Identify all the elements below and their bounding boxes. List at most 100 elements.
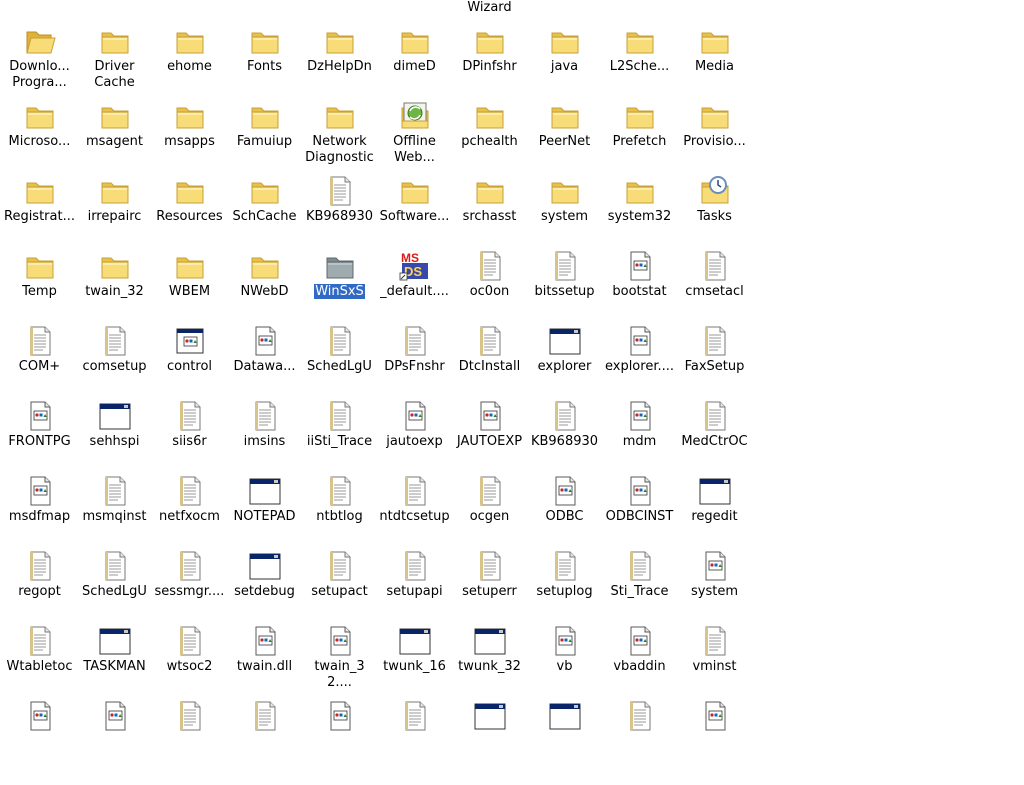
file-item[interactable]: twain.dll — [227, 620, 302, 695]
file-item[interactable]: bitssetup — [527, 245, 602, 320]
file-item[interactable]: system — [677, 545, 752, 620]
file-item[interactable]: java — [527, 20, 602, 95]
file-item[interactable]: DtcInstall — [452, 320, 527, 395]
file-item[interactable]: msmqinst — [77, 470, 152, 545]
file-item[interactable]: Media — [677, 20, 752, 95]
file-item[interactable]: Registrat... — [2, 170, 77, 245]
file-item[interactable]: setuplog — [527, 545, 602, 620]
file-item[interactable]: KB968930 — [302, 170, 377, 245]
file-item[interactable]: vb — [527, 620, 602, 695]
file-item[interactable] — [602, 695, 677, 770]
file-item[interactable]: DPsFnshr — [377, 320, 452, 395]
file-item[interactable]: Network Diagnostic — [302, 95, 377, 170]
file-item[interactable]: ehome — [152, 20, 227, 95]
file-item[interactable] — [377, 695, 452, 770]
file-item[interactable]: srchasst — [452, 170, 527, 245]
file-list-view[interactable]: $NtUnin... addins AppPatch assembly BitL… — [0, 0, 760, 785]
file-item[interactable]: dimeD — [377, 20, 452, 95]
file-item[interactable]: SchedLgU — [77, 545, 152, 620]
file-item[interactable]: comsetup — [77, 320, 152, 395]
file-item[interactable]: Offline Web... — [377, 95, 452, 170]
file-item[interactable]: SchCache — [227, 170, 302, 245]
file-item[interactable]: dot3svc — [677, 0, 752, 20]
file-item[interactable] — [2, 695, 77, 770]
file-item[interactable]: Microso... — [2, 95, 77, 170]
file-item[interactable]: Connect... Wizard — [452, 0, 527, 20]
file-item[interactable]: vbaddin — [602, 620, 677, 695]
file-item[interactable]: Tasks — [677, 170, 752, 245]
file-item[interactable]: FRONTPG — [2, 395, 77, 470]
file-item[interactable]: JAUTOEXP — [452, 395, 527, 470]
file-item[interactable]: Config — [377, 0, 452, 20]
file-item[interactable]: Temp — [2, 245, 77, 320]
file-item[interactable] — [452, 695, 527, 770]
file-item[interactable]: Sti_Trace — [602, 545, 677, 620]
file-item[interactable]: ocgen — [452, 470, 527, 545]
file-item[interactable]: MedCtrOC — [677, 395, 752, 470]
file-item[interactable]: DzHelpDn — [302, 20, 377, 95]
file-item[interactable]: DPinfshr — [452, 20, 527, 95]
file-item[interactable] — [302, 695, 377, 770]
file-item[interactable]: imsins — [227, 395, 302, 470]
file-item[interactable]: L2Sche... — [602, 20, 677, 95]
file-item[interactable] — [677, 695, 752, 770]
file-item[interactable]: $NtUnin... — [2, 0, 77, 20]
file-item[interactable]: system — [527, 170, 602, 245]
file-item[interactable]: WinSxS — [302, 245, 377, 320]
file-item[interactable]: cmsetacl — [677, 245, 752, 320]
file-item[interactable]: FaxSetup — [677, 320, 752, 395]
file-item[interactable]: setupapi — [377, 545, 452, 620]
file-item[interactable]: regedit — [677, 470, 752, 545]
file-item[interactable]: Wtabletoc — [2, 620, 77, 695]
file-item[interactable]: Provisio... — [677, 95, 752, 170]
file-item[interactable]: BitLocke... — [302, 0, 377, 20]
file-item[interactable]: Resources — [152, 170, 227, 245]
file-item[interactable]: assembly — [227, 0, 302, 20]
file-item[interactable]: WBEM — [152, 245, 227, 320]
file-item[interactable] — [152, 695, 227, 770]
file-item[interactable]: Downlo... Progra... — [2, 20, 77, 95]
file-item[interactable]: Cursors — [527, 0, 602, 20]
file-item[interactable]: siis6r — [152, 395, 227, 470]
file-item[interactable]: TASKMAN — [77, 620, 152, 695]
file-item[interactable]: oc0on — [452, 245, 527, 320]
file-item[interactable]: Debug — [602, 0, 677, 20]
file-item[interactable]: ntbtlog — [302, 470, 377, 545]
file-item[interactable]: Famuiup — [227, 95, 302, 170]
file-item[interactable]: sessmgr.... — [152, 545, 227, 620]
file-item[interactable] — [527, 695, 602, 770]
file-item[interactable]: Prefetch — [602, 95, 677, 170]
file-item[interactable]: explorer — [527, 320, 602, 395]
file-item[interactable]: jautoexp — [377, 395, 452, 470]
file-item[interactable]: msapps — [152, 95, 227, 170]
file-item[interactable]: MS DS _default.... — [377, 245, 452, 320]
file-item[interactable]: COM+ — [2, 320, 77, 395]
file-item[interactable]: msdfmap — [2, 470, 77, 545]
file-item[interactable]: twunk_16 — [377, 620, 452, 695]
file-item[interactable]: setuperr — [452, 545, 527, 620]
file-item[interactable]: AppPatch — [152, 0, 227, 20]
file-item[interactable]: wtsoc2 — [152, 620, 227, 695]
file-item[interactable]: pchealth — [452, 95, 527, 170]
file-item[interactable]: PeerNet — [527, 95, 602, 170]
file-item[interactable]: NWebD — [227, 245, 302, 320]
file-item[interactable]: ntdtcsetup — [377, 470, 452, 545]
file-item[interactable]: regopt — [2, 545, 77, 620]
file-item[interactable]: KB968930 — [527, 395, 602, 470]
file-item[interactable]: msagent — [77, 95, 152, 170]
file-item[interactable]: NOTEPAD — [227, 470, 302, 545]
file-item[interactable]: sehhspi — [77, 395, 152, 470]
file-item[interactable]: twunk_32 — [452, 620, 527, 695]
file-item[interactable]: addins — [77, 0, 152, 20]
file-item[interactable] — [77, 695, 152, 770]
file-item[interactable]: iiSti_Trace — [302, 395, 377, 470]
file-item[interactable]: mdm — [602, 395, 677, 470]
file-item[interactable]: vminst — [677, 620, 752, 695]
file-item[interactable]: system32 — [602, 170, 677, 245]
file-item[interactable]: twain_32 — [77, 245, 152, 320]
file-item[interactable]: explorer.... — [602, 320, 677, 395]
file-item[interactable]: setdebug — [227, 545, 302, 620]
file-item[interactable]: irrepairc — [77, 170, 152, 245]
file-item[interactable]: ODBC — [527, 470, 602, 545]
file-item[interactable]: Software... — [377, 170, 452, 245]
